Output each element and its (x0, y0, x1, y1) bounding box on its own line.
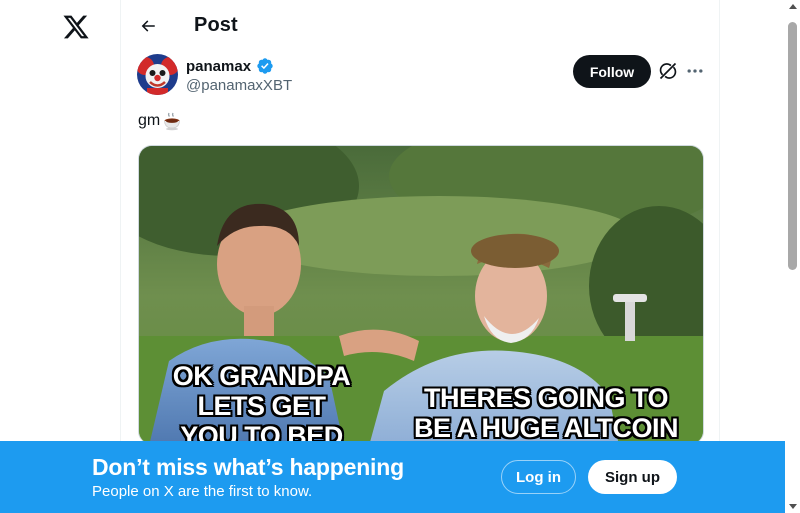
post-text-body: gm (138, 112, 161, 129)
scroll-down-arrow-icon[interactable] (789, 504, 797, 509)
post-header: Post (121, 0, 719, 53)
author-display-name: panamax (186, 57, 252, 75)
author-avatar[interactable] (137, 54, 178, 95)
page-scrollbar[interactable] (785, 0, 800, 513)
scroll-up-arrow-icon[interactable] (789, 4, 797, 9)
page: Post panamax @panamaxXBT Follow gm OK GR… (0, 0, 800, 513)
signup-banner: Don’t miss what’s happening People on X … (0, 441, 785, 513)
meme-caption-left: OK GRANDPA LETS GET YOU TO BED (172, 361, 351, 445)
post-text: gm (138, 111, 182, 131)
x-logo-icon[interactable] (62, 13, 90, 41)
post-author-row: panamax @panamaxXBT Follow (137, 54, 705, 96)
hot-beverage-icon (162, 111, 182, 131)
signup-button[interactable]: Sign up (588, 460, 677, 494)
banner-title: Don’t miss what’s happening (92, 454, 404, 480)
author-name[interactable]: panamax (186, 57, 274, 75)
verified-badge-icon (256, 57, 274, 75)
follow-button[interactable]: Follow (573, 55, 651, 88)
arrow-left-icon (141, 20, 155, 32)
more-horizontal-icon[interactable] (685, 61, 705, 81)
scrollbar-thumb[interactable] (788, 22, 797, 270)
grok-icon[interactable] (658, 61, 678, 81)
back-button[interactable] (135, 13, 161, 39)
post-image[interactable]: OK GRANDPA LETS GET YOU TO BED THERES GO… (138, 145, 704, 445)
login-button[interactable]: Log in (501, 460, 576, 494)
meme-caption-right: THERES GOING TO BE A HUGE ALTCOIN (414, 383, 679, 443)
main-column: Post panamax @panamaxXBT Follow gm OK GR… (120, 0, 720, 513)
author-handle[interactable]: @panamaxXBT (186, 77, 292, 94)
page-title: Post (194, 14, 238, 36)
banner-subtitle: People on X are the first to know. (92, 483, 313, 500)
